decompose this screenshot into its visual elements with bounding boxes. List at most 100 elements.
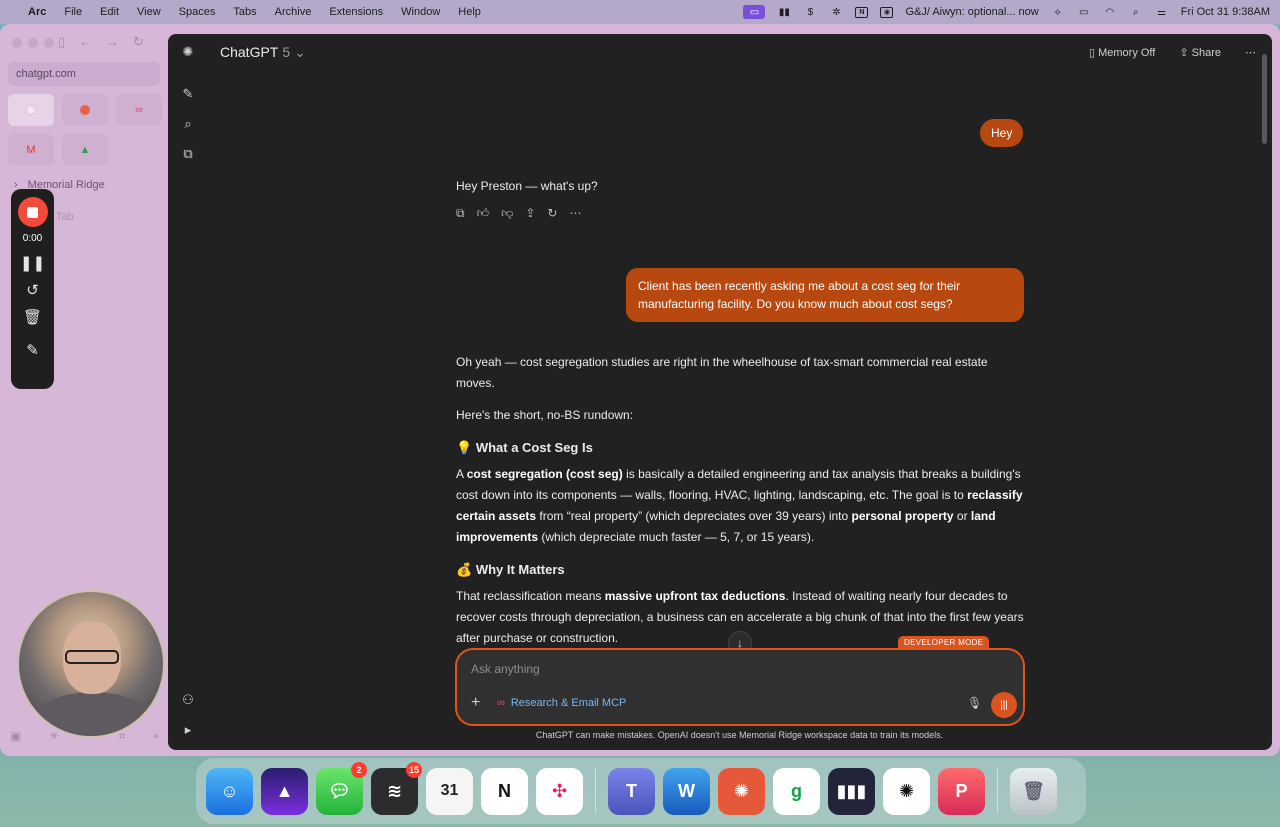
favorite-red[interactable] <box>62 94 108 126</box>
url-bar[interactable]: chatgpt.com <box>8 62 160 86</box>
notification-text[interactable]: G&J/ Aiwyn: optional... now <box>905 6 1038 18</box>
red-favicon-icon <box>80 105 90 115</box>
menu-help[interactable]: Help <box>458 6 481 18</box>
reload-icon[interactable]: ↻ <box>133 34 144 50</box>
battery-icon[interactable]: ▭ <box>1077 6 1091 18</box>
powerpoint-icon[interactable]: P <box>938 767 985 815</box>
webcam-preview[interactable] <box>17 590 165 738</box>
voice-mode-button[interactable]: ||| <box>991 692 1017 718</box>
claude-icon[interactable]: ✺ <box>718 767 765 815</box>
prompt-input[interactable]: Ask anything <box>471 662 540 676</box>
butterfly-icon[interactable]: ⟡ <box>1051 6 1065 18</box>
copy-icon[interactable]: ⧉ <box>456 206 465 221</box>
slack-icon[interactable]: ✣ <box>536 767 583 815</box>
affinity-icon[interactable]: ▲ <box>261 767 308 815</box>
app-badge: 15 <box>406 761 422 778</box>
stop-recording-button[interactable] <box>17 197 48 227</box>
waveform-icon: ||| <box>1000 699 1008 711</box>
audio-bars-icon[interactable]: ▮▮ <box>777 6 791 18</box>
dock: ☺ ▲ 💬︎ 2 ≋ 15 31 N ✣ T W ✺ g ▮▮▮ ✺ P 🗑︎ <box>196 758 1086 824</box>
calendar-icon[interactable]: 31 <box>426 767 473 815</box>
forward-icon[interactable]: → <box>106 34 119 50</box>
control-center-icon[interactable]: ⚌ <box>1155 6 1169 18</box>
microphone-icon[interactable]: 🎙︎ <box>967 696 982 710</box>
chat-thread: Hey Hey Preston — what's up? ⧉ 👍︎ 👎︎ ⇪ ↻… <box>168 34 1272 750</box>
favorite-drive[interactable]: ▲ <box>62 134 108 166</box>
archive-icon[interactable]: ▣ <box>10 729 21 744</box>
user-message: Hey <box>980 119 1024 147</box>
menu-edit[interactable]: Edit <box>100 6 119 18</box>
messages-icon[interactable]: 💬︎ 2 <box>316 761 367 815</box>
text-run: (which depreciate much faster — 5, 7, or… <box>538 530 815 544</box>
teams-icon[interactable]: T <box>608 767 655 815</box>
money-bag-icon: 💰 <box>456 562 473 577</box>
grammarly-icon[interactable]: g <box>773 767 820 815</box>
menu-spaces[interactable]: Spaces <box>179 6 216 18</box>
notion-icon[interactable]: N <box>855 6 869 18</box>
menu-view[interactable]: View <box>137 6 161 18</box>
text-run: or <box>953 509 971 523</box>
drive-icon: ▲ <box>79 144 91 156</box>
screen-record-icon[interactable]: ▭ <box>743 5 766 19</box>
menu-window[interactable]: Window <box>401 6 440 18</box>
pinned-favorites: ∞ M ▲ <box>8 94 162 166</box>
message-composer[interactable]: Ask anything + ∞ Research & Email MCP 🎙︎ … <box>455 648 1025 726</box>
section-heading: 💡 What a Cost Seg Is <box>456 437 1028 458</box>
zoom-window-button[interactable] <box>44 38 54 48</box>
dock-separator <box>595 769 596 813</box>
trash-can-icon[interactable]: 🗑︎ <box>1010 767 1057 815</box>
mcp-tool-chip[interactable]: ∞ Research & Email MCP <box>497 697 626 709</box>
menu-app-name[interactable]: Arc <box>28 6 46 18</box>
add-space-icon[interactable]: + <box>153 729 160 744</box>
thumbs-up-icon[interactable]: 👍︎ <box>477 206 490 221</box>
assistant-message: Oh yeah — cost segregation studies are r… <box>456 352 1028 649</box>
pause-icon[interactable]: ❚❚ <box>20 256 45 271</box>
gmail-icon: M <box>26 144 36 156</box>
wifi-icon[interactable]: ◠ <box>1103 6 1117 18</box>
chatgpt-app-icon[interactable]: ✺ <box>883 767 930 815</box>
restart-icon[interactable]: ↺ <box>26 283 39 298</box>
word-icon[interactable]: W <box>663 767 710 815</box>
section-heading: 💰 Why It Matters <box>456 559 1028 580</box>
favorite-gmail[interactable]: M <box>8 134 54 166</box>
menu-archive[interactable]: Archive <box>275 6 312 18</box>
menu-file[interactable]: File <box>64 6 82 18</box>
close-window-button[interactable] <box>12 38 22 48</box>
menu-bar: Arc File Edit View Spaces Tabs Archive E… <box>0 0 1280 24</box>
search-icon[interactable]: ⌕ <box>1129 6 1143 18</box>
menu-tabs[interactable]: Tabs <box>233 6 256 18</box>
sidebar-toggle-icon[interactable]: ▯ <box>58 34 65 50</box>
thumbs-down-icon[interactable]: 👎︎ <box>501 206 513 221</box>
back-icon[interactable]: ← <box>79 34 92 50</box>
chat-icon[interactable]: ◉ <box>880 6 894 18</box>
favorite-chatgpt[interactable] <box>8 94 54 126</box>
new-tab-label: Tab <box>56 211 74 223</box>
new-tab-button[interactable]: Tab <box>56 211 74 223</box>
trash-icon[interactable]: 🗑︎ <box>23 310 42 325</box>
draw-icon[interactable]: ✎ <box>26 343 39 358</box>
heading-text: Why It Matters <box>475 562 565 577</box>
clock[interactable]: Fri Oct 31 9:38AM <box>1181 6 1270 18</box>
screen-recorder-toolbar: 0:00 ❚❚ ↺ 🗑︎ ✎ <box>11 189 54 389</box>
more-actions-icon[interactable]: ⋯ <box>569 206 581 221</box>
audio-meter-icon[interactable]: ▮▮▮ <box>828 767 875 815</box>
share-message-icon[interactable]: ⇪ <box>525 206 535 221</box>
bug-icon[interactable]: ✲ <box>829 6 843 18</box>
dollar-icon[interactable]: $ <box>803 6 817 18</box>
bold-run: cost segregation (cost seg) <box>466 467 623 481</box>
regenerate-icon[interactable]: ↻ <box>547 206 557 221</box>
minimize-window-button[interactable] <box>28 38 38 48</box>
nav-controls: ▯ ← → ↻ <box>58 34 144 50</box>
assistant-paragraph: Oh yeah — cost segregation studies are r… <box>456 355 988 390</box>
layers-app-icon[interactable]: ≋ 15 <box>371 761 422 815</box>
add-attachment-icon[interactable]: + <box>471 694 480 712</box>
favorite-pink[interactable]: ∞ <box>116 94 162 126</box>
chatgpt-favicon-icon <box>26 105 36 115</box>
finder-icon[interactable]: ☺ <box>206 767 253 815</box>
message-actions: ⧉ 👍︎ 👎︎ ⇪ ↻ ⋯ <box>456 206 581 221</box>
menu-extensions[interactable]: Extensions <box>329 6 383 18</box>
webcam-glasses <box>65 650 119 664</box>
tool-label: Research & Email MCP <box>510 697 627 709</box>
lightbulb-icon: 💡 <box>456 440 473 455</box>
notion-app-icon[interactable]: N <box>481 767 528 815</box>
